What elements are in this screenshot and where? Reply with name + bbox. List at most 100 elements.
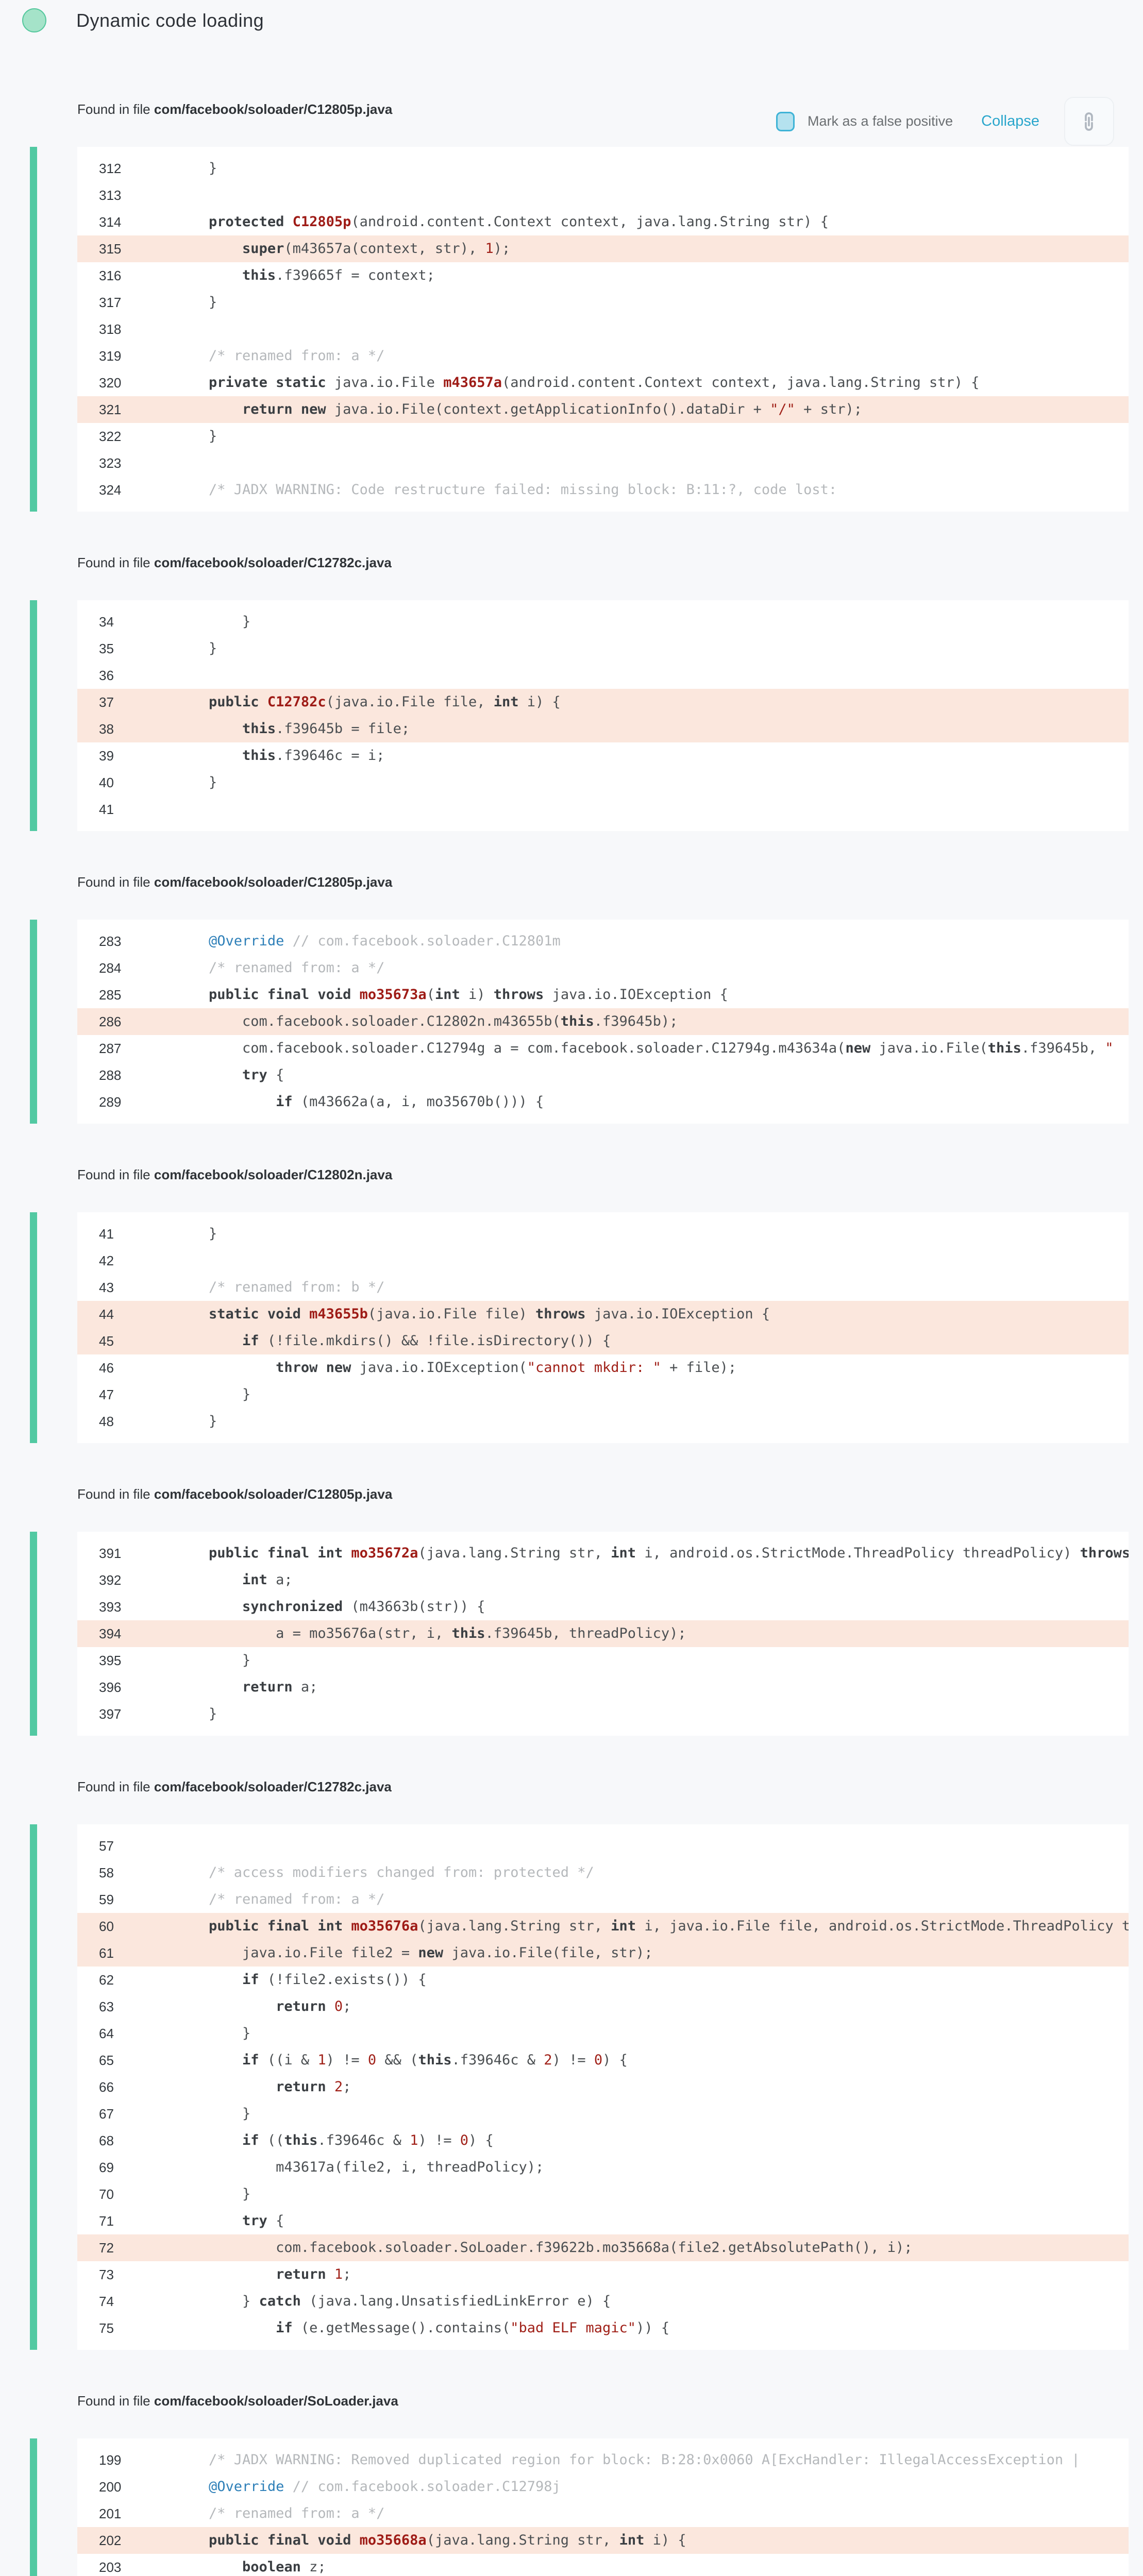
code-text: public final int mo35672a(java.lang.Stri… (175, 1540, 1129, 1567)
code-text: } (175, 1701, 1129, 1727)
code-line: 41 } (77, 1221, 1129, 1247)
code-segment-p: java.io.File(file, str); (443, 1945, 652, 1961)
line-number: 38 (77, 716, 175, 742)
code-text: /* access modifiers changed from: protec… (175, 1859, 1129, 1886)
line-number: 61 (77, 1940, 175, 1967)
code-segment-p: ) { (602, 2052, 628, 2068)
code-segment-p: ; (343, 2266, 351, 2282)
code-segment-p (175, 2052, 242, 2068)
code-segment-p (175, 2213, 242, 2229)
code-line: 201 /* renamed from: a */ (77, 2500, 1129, 2527)
code-text: throw new java.io.IOException("cannot mk… (175, 1354, 1129, 1381)
code-line: 71 try { (77, 2208, 1129, 2234)
code-line: 324 /* JADX WARNING: Code restructure fa… (77, 477, 1129, 503)
line-number: 44 (77, 1301, 175, 1328)
code-accent-bar (30, 600, 37, 831)
code-line: 199 /* JADX WARNING: Removed duplicated … (77, 2447, 1129, 2473)
code-segment-p: } (175, 2025, 250, 2041)
code-segment-n: 1 (410, 2132, 418, 2148)
code-segment-p: } (175, 1706, 217, 1722)
code-segment-p: )) { (636, 2320, 669, 2336)
found-in-file-label: Found in file (77, 1779, 154, 1794)
code-accent-bar (30, 1532, 37, 1736)
code-text: try { (175, 1062, 1129, 1089)
line-number: 41 (77, 1221, 175, 1247)
code-segment-p: (m43657a(context, str), (284, 241, 485, 257)
code-segment-p (175, 375, 209, 391)
code-line: 200 @Override // com.facebook.soloader.C… (77, 2473, 1129, 2500)
code-segment-p: .f39646c & (451, 2052, 544, 2068)
code-segment-p: } (175, 1413, 217, 1429)
code-line: 397 } (77, 1701, 1129, 1727)
code-segment-p: .f39665f = context; (276, 267, 435, 283)
code-segment-k: public final void (209, 2532, 360, 2548)
code-segment-p: z; (301, 2559, 326, 2575)
line-number: 315 (77, 235, 175, 262)
found-in-file-label: Found in file (77, 1167, 154, 1182)
code-segment-p (175, 2532, 209, 2548)
code-line-highlighted: 38 this.f39645b = file; (77, 716, 1129, 742)
code-segment-b: @Override (209, 933, 284, 949)
code-segment-p: } (175, 160, 217, 176)
code-segment-p: java.io.File file2 = (175, 1945, 418, 1961)
code-block: 283 @Override // com.facebook.soloader.C… (0, 920, 1143, 1124)
code-segment-p: (android.content.Context context, java.l… (502, 375, 980, 391)
code-segment-p (175, 2079, 276, 2095)
code-text: synchronized (m43663b(str)) { (175, 1594, 1129, 1620)
finding-section: Found in file com/facebook/soloader/C128… (0, 101, 1143, 512)
code-panel: 391 public final int mo35672a(java.lang.… (77, 1532, 1129, 1736)
code-segment-c: // com.facebook.soloader.C12798j (293, 2479, 561, 2495)
code-segment-k: return (276, 2266, 334, 2282)
code-segment-p (175, 1972, 242, 1988)
code-segment-d: C12782c (267, 694, 326, 710)
code-text: int a; (175, 1567, 1129, 1594)
code-segment-c: /* JADX WARNING: Removed duplicated regi… (209, 2452, 1080, 2468)
finding-section: Found in file com/facebook/soloader/C128… (0, 1167, 1143, 1443)
code-segment-p: (m43663b(str)) { (343, 1599, 485, 1615)
code-text: } (175, 769, 1129, 796)
code-segment-p: i) (460, 987, 494, 1003)
code-text: if ((i & 1) != 0 && (this.f39646c & 2) !… (175, 2047, 1129, 2074)
code-segment-p: + str); (795, 401, 862, 417)
code-segment-p: (m43662a(a, i, mo35670b())) { (293, 1094, 544, 1110)
code-segment-k: int (435, 987, 460, 1003)
code-segment-p: ((i & (259, 2052, 318, 2068)
code-segment-p: } (175, 428, 217, 444)
line-number: 45 (77, 1328, 175, 1354)
line-number: 62 (77, 1967, 175, 1993)
found-in-file-line: Found in file com/facebook/soloader/C128… (77, 874, 1143, 890)
line-number: 68 (77, 2127, 175, 2154)
code-segment-k: return (276, 1998, 334, 2014)
file-path: com/facebook/soloader/C12782c.java (154, 1779, 392, 1794)
code-text: return 0; (175, 1993, 1129, 2020)
code-panel: 199 /* JADX WARNING: Removed duplicated … (77, 2438, 1129, 2576)
code-segment-p: { (267, 2213, 284, 2229)
code-segment-p (175, 1572, 242, 1588)
code-segment-p (175, 721, 242, 737)
code-line: 392 int a; (77, 1567, 1129, 1594)
line-number: 43 (77, 1274, 175, 1301)
code-segment-p (175, 1094, 276, 1110)
code-segment-p: a; (267, 1572, 293, 1588)
line-number: 48 (77, 1408, 175, 1435)
code-text: /* renamed from: a */ (175, 955, 1129, 981)
code-text: this.f39646c = i; (175, 742, 1129, 769)
code-segment-k: public final int (209, 1545, 351, 1561)
code-line: 318 (77, 316, 1129, 343)
code-segment-d: m43657a (443, 375, 502, 391)
line-number: 396 (77, 1674, 175, 1701)
code-segment-p: (java.lang.UnsatisfiedLinkError e) { (301, 2293, 611, 2309)
code-text: public final void mo35668a(java.lang.Str… (175, 2527, 1129, 2554)
line-number: 40 (77, 769, 175, 796)
code-segment-k: this (418, 2052, 451, 2068)
code-segment-k: if (242, 2052, 259, 2068)
found-in-file-line: Found in file com/facebook/soloader/C128… (77, 1167, 1143, 1182)
code-line-highlighted: 315 super(m43657a(context, str), 1); (77, 235, 1129, 262)
code-segment-d: C12805p (293, 214, 351, 230)
line-number: 71 (77, 2208, 175, 2234)
code-line: 323 (77, 450, 1129, 477)
code-line-highlighted: 72 com.facebook.soloader.SoLoader.f39622… (77, 2234, 1129, 2261)
code-segment-k: try (242, 1067, 267, 1083)
line-number: 395 (77, 1647, 175, 1674)
code-panel: 312 }313314 protected C12805p(android.co… (77, 147, 1129, 512)
